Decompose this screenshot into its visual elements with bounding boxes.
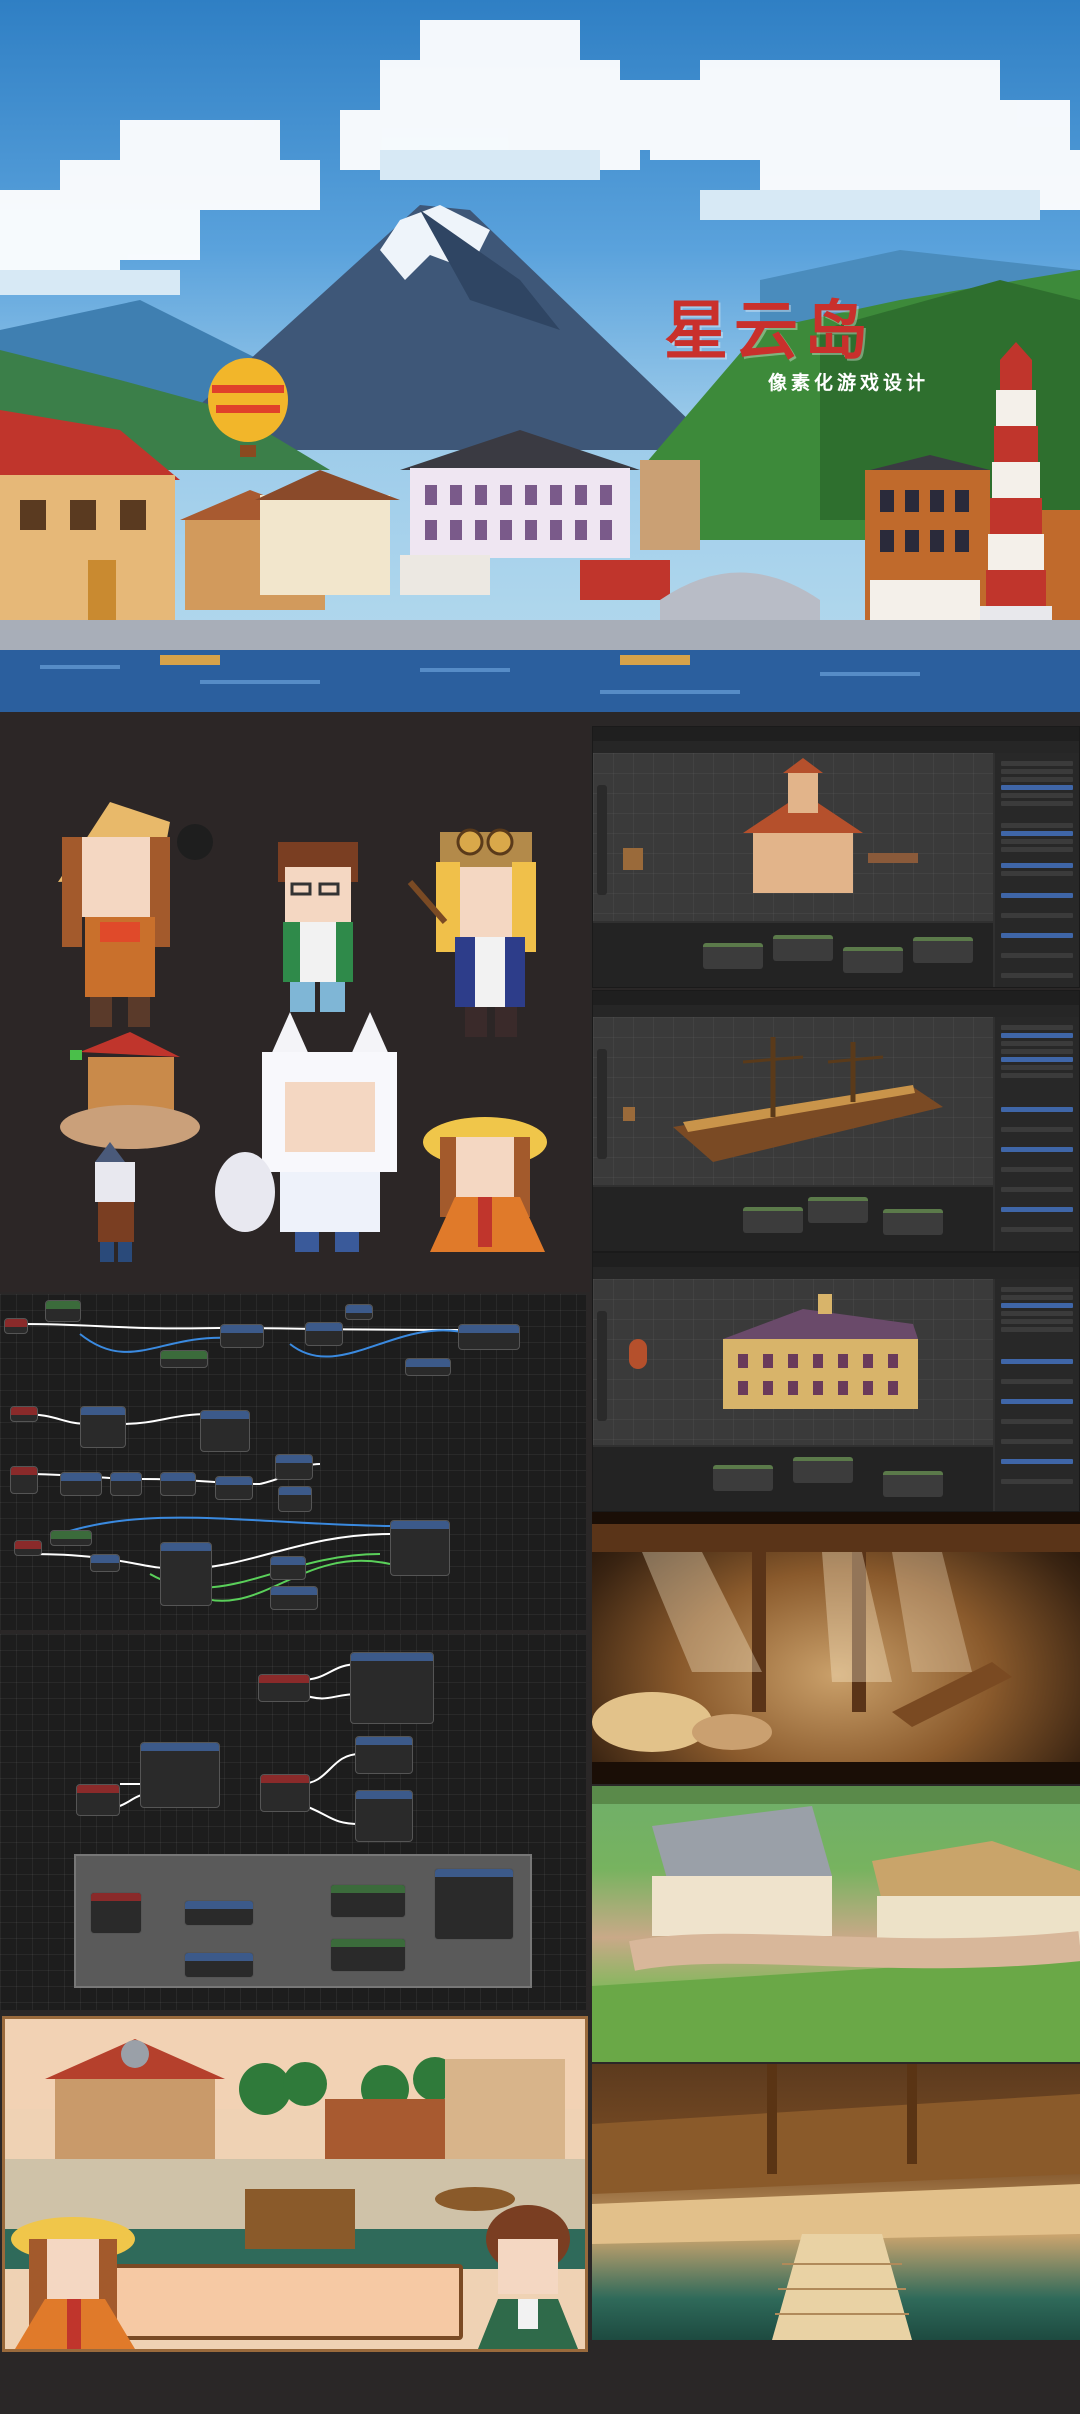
- game-title: 星云岛: [664, 294, 874, 369]
- blender-shader-editor[interactable]: [593, 1187, 993, 1251]
- sprite-goggles-adventurer: [407, 828, 536, 1037]
- pirate-ship-3d-model: [623, 1037, 943, 1162]
- blender-toolbar[interactable]: [593, 741, 1079, 753]
- blender-outliner[interactable]: [995, 1279, 1079, 1511]
- blender-toolbar[interactable]: [593, 1267, 1079, 1279]
- harbor-scene: [592, 2064, 1080, 2340]
- manor-3d-model: [629, 1294, 918, 1409]
- render-village: [592, 1786, 1080, 2062]
- blender-shader-editor[interactable]: [593, 1447, 993, 1511]
- portrait-straw-hat-girl: [11, 2217, 135, 2349]
- sprite-fox-boy: [95, 1142, 135, 1262]
- blender-menubar[interactable]: [593, 991, 1079, 1005]
- game-subtitle: 像素化游戏设计: [768, 372, 930, 394]
- sprite-house-creature: [60, 1032, 200, 1149]
- blender-window-manor: [592, 1252, 1080, 1512]
- blender-outliner[interactable]: [995, 1017, 1079, 1251]
- cellar-scene: [592, 1512, 1080, 1784]
- sprite-boy-glasses: [278, 842, 358, 1012]
- blender-viewport[interactable]: [593, 753, 993, 921]
- render-cellar-interior: [592, 1512, 1080, 1784]
- blender-outliner[interactable]: [995, 753, 1079, 987]
- blueprint-graph-top[interactable]: [0, 1294, 586, 1630]
- blender-shader-editor[interactable]: [593, 923, 993, 987]
- harbor-wall: [0, 620, 1080, 650]
- render-harbor-ship: [592, 2064, 1080, 2340]
- blueprint-graph-bottom[interactable]: [0, 1634, 586, 2010]
- sprite-white-wolf-girl: [215, 1012, 397, 1252]
- blender-viewport[interactable]: [593, 1279, 993, 1445]
- blender-menubar[interactable]: [593, 727, 1079, 741]
- tavern-3d-model: [623, 758, 918, 893]
- hero-banner: 星云岛 像素化游戏设计: [0, 0, 1080, 712]
- sprite-explorer-girl: [58, 802, 213, 1027]
- blender-viewport[interactable]: [593, 1017, 993, 1185]
- dialogue-box[interactable]: [95, 2264, 463, 2340]
- portrait-curly-haired-boy: [478, 2205, 578, 2349]
- blender-toolbar[interactable]: [593, 1005, 1079, 1017]
- in-game-dialogue-scene: [2, 2016, 588, 2352]
- blender-window-tavern: [592, 726, 1080, 988]
- character-sprite-sheet: [0, 712, 590, 1292]
- boat: [620, 655, 690, 665]
- sprite-straw-hat-girl: [423, 1117, 547, 1252]
- pixel-landscape-illustration: [0, 20, 1080, 712]
- blender-menubar[interactable]: [593, 1253, 1079, 1267]
- village-scene: [592, 1786, 1080, 2062]
- blender-window-ship: [592, 990, 1080, 1252]
- boat: [160, 655, 220, 665]
